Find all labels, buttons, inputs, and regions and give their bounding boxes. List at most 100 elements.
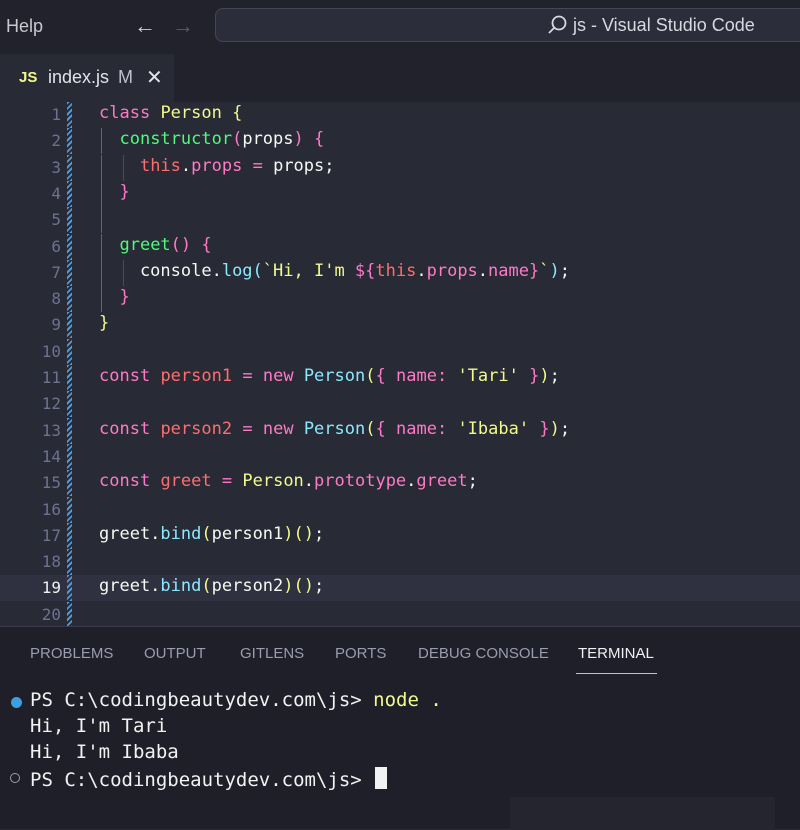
indent-guide: [101, 207, 102, 234]
code-line: 4 }: [0, 180, 800, 207]
line-number: 12: [41, 394, 61, 414]
code-text: greet.bind(person2)();: [99, 576, 325, 597]
search-icon: [548, 15, 567, 34]
git-modified-indicator: [67, 496, 72, 523]
code-line: 8 }: [0, 286, 800, 313]
code-text: this.props = props;: [139, 155, 335, 176]
tab-filename: index.js: [48, 67, 110, 87]
code-line: 15 const greet = Person.prototype.greet;: [0, 470, 800, 497]
command-center[interactable]: js - Visual Studio Code: [215, 8, 800, 42]
code-text: const person1 = new Person({ name: 'Tari…: [99, 366, 560, 386]
code-text: }: [119, 287, 130, 308]
git-modified-indicator: [67, 286, 72, 313]
code-line: 11 const person1 = new Person({ name: 'T…: [0, 365, 800, 391]
git-modified-indicator: [67, 233, 72, 260]
arrow-left-icon[interactable]: ←: [134, 13, 156, 39]
line-number: 6: [51, 236, 61, 256]
tab-gitlens[interactable]: GITLENS: [240, 645, 304, 662]
git-modified-indicator: [67, 128, 72, 155]
git-modified-indicator: [67, 443, 72, 470]
menu-help[interactable]: Help: [6, 16, 43, 37]
git-modified-indicator: [67, 470, 72, 497]
tab-terminal[interactable]: TERMINAL: [578, 645, 654, 662]
code-line: 6 greet() {: [0, 233, 800, 260]
code-text: const greet = Person.prototype.greet;: [99, 471, 478, 492]
code-line: 7 console.log(`Hi, I'm ${this.props.name…: [0, 259, 800, 286]
code-line: 10: [0, 338, 800, 365]
line-number: 3: [51, 157, 61, 177]
git-modified-indicator: [67, 207, 72, 234]
code-line-current: 19 greet.bind(person2)();: [0, 575, 800, 602]
terminal-command: node .: [373, 689, 442, 711]
git-modified-indicator: [67, 365, 72, 391]
code-line: 13 const person2 = new Person({ name: 'I…: [0, 417, 800, 444]
code-line: 17 greet.bind(person1)();: [0, 522, 800, 549]
line-number: 9: [51, 315, 61, 335]
code-line: 1 class Person {: [0, 102, 800, 128]
git-modified-indicator: [67, 102, 72, 128]
line-number: 17: [41, 525, 61, 545]
arrow-right-icon[interactable]: →: [172, 13, 194, 39]
panel-tabs: PROBLEMS OUTPUT GITLENS PORTS DEBUG CONS…: [0, 627, 800, 679]
code-line: 12: [0, 391, 800, 418]
code-text: constructor(props) {: [119, 129, 325, 150]
tab-problems[interactable]: PROBLEMS: [30, 645, 113, 662]
terminal-prompt: PS C:\codingbeautydev.com\js>: [30, 689, 374, 711]
terminal-output: Hi, I'm Tari: [30, 715, 168, 737]
line-number: 1: [51, 105, 61, 124]
modified-badge: M: [118, 67, 133, 87]
tab-output[interactable]: OUTPUT: [144, 645, 206, 662]
line-number: 4: [51, 183, 61, 203]
terminal-output: Hi, I'm Ibaba: [30, 741, 179, 763]
code-line: 20: [0, 601, 800, 628]
line-number: 2: [51, 131, 61, 151]
git-modified-indicator: [67, 312, 72, 339]
terminal-background-patch: [510, 797, 775, 830]
line-number: 19: [41, 578, 61, 598]
line-number: 13: [41, 420, 61, 440]
tab-ports[interactable]: PORTS: [335, 645, 386, 662]
line-number: 14: [41, 446, 61, 466]
tab-debug-console[interactable]: DEBUG CONSOLE: [418, 645, 549, 662]
terminal-cursor: [375, 767, 388, 789]
code-text: class Person {: [99, 103, 243, 123]
line-number: 5: [51, 210, 61, 230]
git-modified-indicator: [67, 338, 72, 365]
title-bar: Help ← → js - Visual Studio Code: [0, 0, 800, 54]
git-modified-indicator: [67, 522, 72, 549]
code-text: greet.bind(person1)();: [99, 523, 325, 544]
line-number: 7: [51, 262, 61, 282]
code-line: 18: [0, 549, 800, 576]
line-number: 10: [41, 341, 61, 361]
git-modified-indicator: [67, 391, 72, 418]
command-idle-icon: [10, 773, 20, 783]
javascript-file-icon: JS: [19, 69, 38, 86]
code-line: 2 constructor(props) {: [0, 128, 800, 155]
bottom-panel: PROBLEMS OUTPUT GITLENS PORTS DEBUG CONS…: [0, 626, 800, 830]
line-number: 18: [41, 552, 61, 572]
line-number: 11: [41, 368, 61, 387]
git-modified-indicator: [67, 154, 72, 181]
code-text: console.log(`Hi, I'm ${this.props.name}`…: [99, 260, 570, 281]
code-line: 16: [0, 496, 800, 523]
line-number: 16: [41, 499, 61, 519]
code-editor[interactable]: 1 class Person { 2 constructor(props) { …: [0, 102, 800, 628]
close-icon[interactable]: ✕: [146, 65, 163, 90]
code-line: 3 this.props = props;: [0, 154, 800, 181]
tab-index-js[interactable]: JS index.js M ✕: [0, 54, 174, 102]
git-modified-indicator: [67, 180, 72, 207]
line-number: 8: [51, 289, 61, 309]
git-modified-indicator: [67, 575, 72, 602]
code-text: }: [119, 181, 130, 202]
code-text: const person2 = new Person({ name: 'Ibab…: [99, 418, 571, 439]
terminal-prompt: PS C:\codingbeautydev.com\js>: [30, 769, 374, 791]
window-title: js - Visual Studio Code: [573, 15, 755, 35]
code-line: 5: [0, 207, 800, 234]
git-modified-indicator: [67, 601, 72, 628]
code-text: greet() {: [119, 234, 212, 255]
code-line: 14: [0, 443, 800, 470]
command-success-icon[interactable]: [11, 697, 22, 708]
code-text: }: [99, 313, 110, 334]
terminal-command-line[interactable]: PS C:\codingbeautydev.com\js> node .: [30, 689, 442, 711]
terminal-input-line[interactable]: PS C:\codingbeautydev.com\js>: [30, 767, 388, 791]
